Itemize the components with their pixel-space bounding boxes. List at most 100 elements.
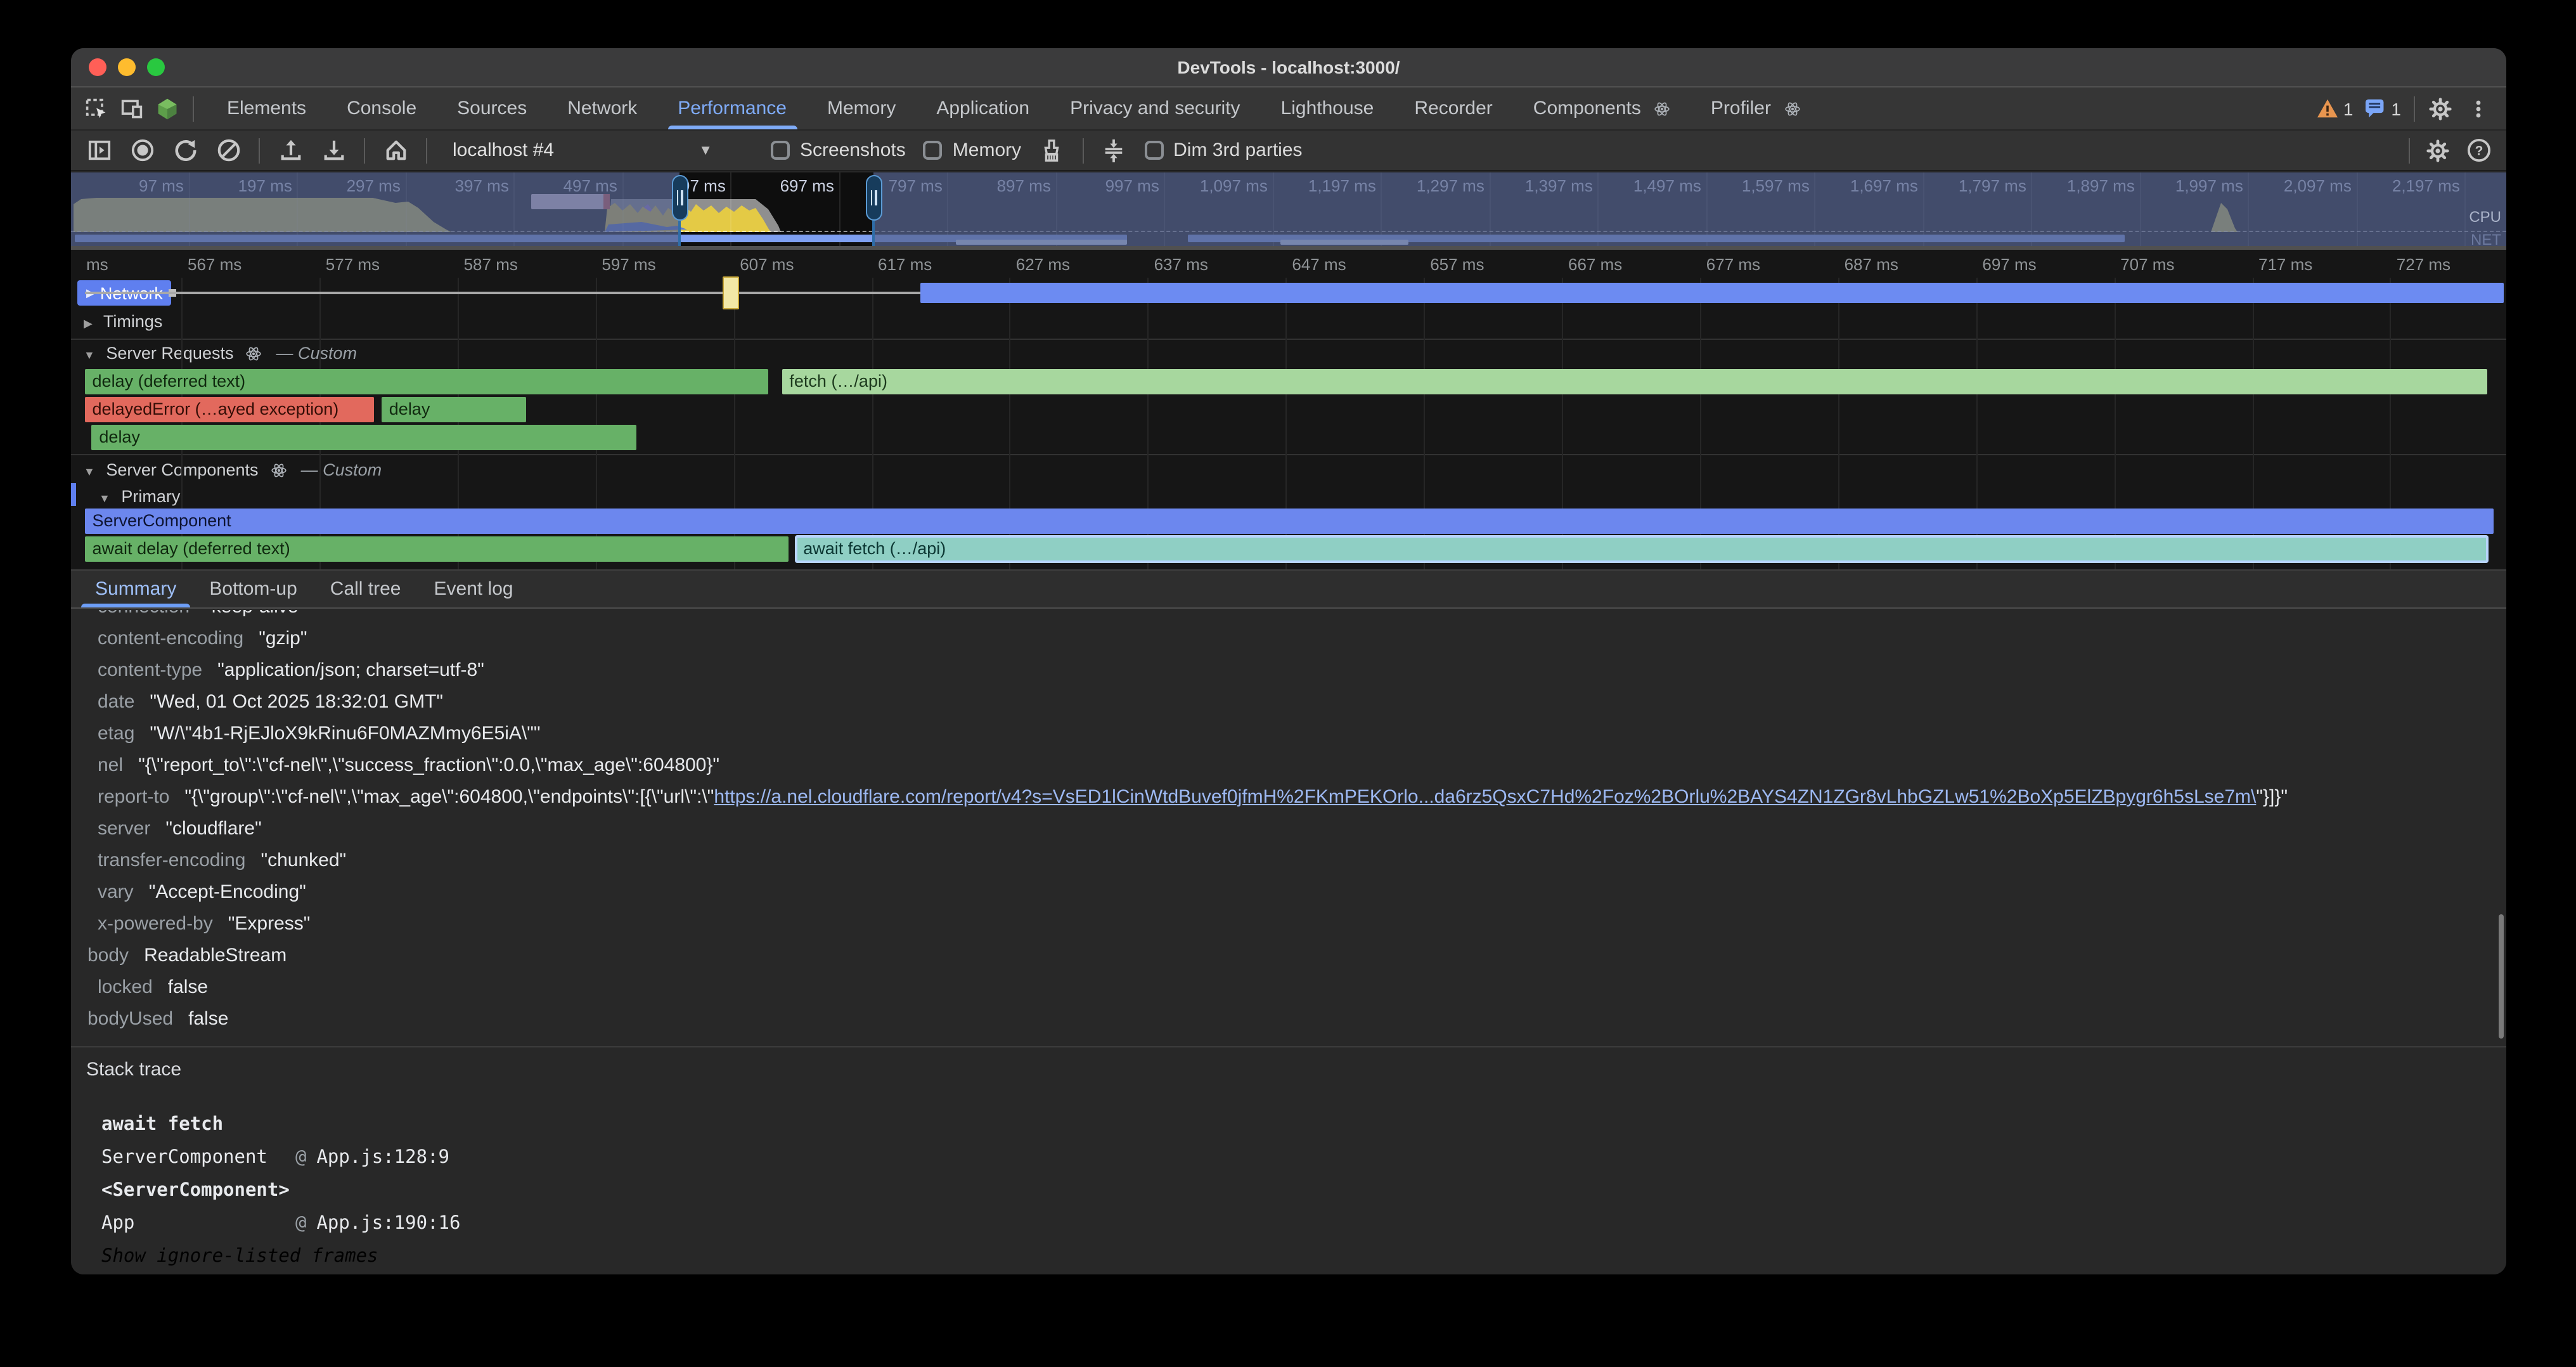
tab-components[interactable]: Components (1513, 87, 1690, 129)
track-server-requests-header[interactable]: ▼ Server Requests — Custom (84, 344, 357, 363)
screenshots-label: Screenshots (800, 139, 906, 161)
capture-settings-gear-icon[interactable] (2425, 138, 2450, 163)
ruler-tick-label: 627 ms (1016, 255, 1070, 274)
toolbar-separator-2 (364, 138, 365, 163)
stack-frame-name: await fetch (101, 1108, 295, 1141)
memory-checkbox[interactable] (924, 141, 943, 160)
detail-row-transfer-encoding: transfer-encoding"chunked" (71, 845, 2506, 876)
close-window-button[interactable] (89, 58, 106, 76)
network-request-candle[interactable] (723, 276, 740, 309)
more-options-kebab-icon[interactable] (2466, 96, 2491, 121)
details-tab-event-log[interactable]: Event log (418, 571, 530, 607)
event-bar-delayederror-ayed-exception[interactable]: delayedError (…ayed exception) (85, 396, 375, 422)
toggle-sidebar-icon[interactable] (86, 138, 112, 163)
event-bar-fetch-api[interactable]: fetch (…/api) (782, 368, 2487, 394)
tab-console[interactable]: Console (326, 87, 437, 129)
summary-details-pane[interactable]: connection"keep-alive"content-encoding"g… (71, 610, 2506, 1274)
selection-handle-right[interactable] (865, 175, 882, 221)
tab-network[interactable]: Network (547, 87, 657, 129)
collapse-tracks-icon[interactable] (1101, 138, 1126, 163)
flame-chart-area[interactable]: ▶ Network ▶ Timings ▼ Server Requests — … (71, 250, 2506, 569)
detail-value: "}]}" (2256, 786, 2288, 808)
save-profile-icon[interactable] (321, 138, 346, 163)
detail-row-nel: nel"{\"report_to\":\"cf-nel\",\"success_… (71, 749, 2506, 781)
help-icon[interactable]: ? (2466, 138, 2491, 163)
report-to-url-link[interactable]: https://a.nel.cloudflare.com/report/v4?s… (714, 786, 2256, 808)
event-bar-delay[interactable]: delay (91, 424, 636, 450)
tab-sources[interactable]: Sources (437, 87, 547, 129)
ruler-tick-label: 597 ms (602, 255, 655, 274)
screenshots-checkbox[interactable] (771, 141, 790, 160)
track-timings-header[interactable]: ▶ Timings (84, 312, 162, 331)
title-bar[interactable]: DevTools - localhost:3000/ (71, 48, 2506, 87)
track-primary-label: Primary (121, 487, 180, 506)
history-dropdown[interactable]: localhost #4 ▼ (445, 137, 720, 164)
settings-gear-icon[interactable] (2428, 96, 2453, 121)
detail-key: bodyUsed (87, 1008, 173, 1030)
tab-memory[interactable]: Memory (807, 87, 916, 129)
track-custom-suffix: — Custom (301, 460, 382, 479)
record-icon[interactable] (129, 138, 155, 163)
warnings-badge[interactable]: 1 (2318, 98, 2354, 119)
network-request-bar[interactable] (920, 283, 2504, 303)
detail-key: date (98, 691, 134, 713)
stack-frame-source-link[interactable]: App.js:128:9 (316, 1148, 449, 1168)
detail-key: nel (98, 755, 123, 776)
detail-row-vary: vary"Accept-Encoding" (71, 876, 2506, 908)
track-server-components-header[interactable]: ▼ Server Components — Custom (84, 460, 382, 479)
zoom-window-button[interactable] (147, 58, 165, 76)
stack-frame-servercomponent: ServerComponent@App.js:128:9 (101, 1141, 2494, 1174)
overview-tick-label: 697 ms (738, 176, 834, 195)
toolbar-right: ? (2409, 138, 2491, 163)
timeline-overview[interactable]: NET 97 ms197 ms297 ms397 ms497 ms597 ms6… (71, 172, 2506, 246)
tab-application[interactable]: Application (916, 87, 1050, 129)
detail-row-content-encoding: content-encoding"gzip" (71, 623, 2506, 654)
load-profile-icon[interactable] (278, 138, 303, 163)
show-ignore-listed-frames-link[interactable]: Show ignore-listed frames (101, 1247, 378, 1267)
details-tab-call-tree[interactable]: Call tree (314, 571, 418, 607)
warning-count: 1 (2343, 98, 2354, 119)
tabbar-right-separator (2414, 96, 2415, 121)
tab-lighthouse[interactable]: Lighthouse (1261, 87, 1394, 129)
event-bar-await-delay-deferred-text[interactable]: await delay (deferred text) (85, 536, 789, 561)
detail-row-locked: lockedfalse (71, 971, 2506, 1003)
react-atom-icon (1785, 101, 1800, 116)
inspect-element-icon[interactable] (84, 96, 109, 121)
detail-value: "cloudflare" (165, 818, 261, 839)
devtools-tabbar: ElementsConsoleSourcesNetworkPerformance… (71, 87, 2506, 131)
dim-3rd-parties-checkbox[interactable] (1144, 141, 1163, 160)
issues-badge[interactable]: 1 (2366, 98, 2401, 119)
detail-key: connection (98, 610, 190, 618)
tab-recorder[interactable]: Recorder (1394, 87, 1512, 129)
tab-profiler[interactable]: Profiler (1690, 87, 1820, 129)
extension-gem-icon[interactable] (155, 96, 180, 121)
detail-key: vary (98, 881, 134, 903)
dim-3rd-parties-toggle[interactable]: Dim 3rd parties (1144, 139, 1302, 161)
stack-frame-await-fetch: await fetch (101, 1108, 2494, 1141)
details-tab-summary[interactable]: Summary (79, 571, 193, 607)
event-bar-delay[interactable]: delay (382, 396, 527, 422)
event-bar-await-fetch-api[interactable]: await fetch (…/api) (795, 536, 2487, 561)
selection-handle-stem (678, 221, 681, 246)
ruler-tick-label: 697 ms (1982, 255, 2036, 274)
stack-frame-source-link[interactable]: App.js:190:16 (316, 1214, 460, 1234)
svg-text:?: ? (2475, 144, 2483, 159)
event-bar-servercomponent[interactable]: ServerComponent (85, 509, 2494, 534)
detail-key: locked (98, 976, 153, 998)
memory-toggle[interactable]: Memory (924, 139, 1021, 161)
event-bar-delay-deferred-text[interactable]: delay (deferred text) (85, 368, 768, 394)
details-tab-bottom-up[interactable]: Bottom-up (193, 571, 313, 607)
tab-privacy-and-security[interactable]: Privacy and security (1050, 87, 1260, 129)
track-primary-header[interactable]: ▼ Primary (99, 487, 180, 506)
minimize-window-button[interactable] (118, 58, 136, 76)
device-toolbar-icon[interactable] (119, 96, 145, 121)
home-icon[interactable] (383, 138, 408, 163)
selection-handle-left[interactable] (671, 175, 688, 221)
screenshots-toggle[interactable]: Screenshots (771, 139, 906, 161)
tab-performance[interactable]: Performance (657, 87, 807, 129)
tab-label: Profiler (1711, 98, 1771, 119)
reload-record-icon[interactable] (172, 138, 198, 163)
garbage-collect-icon[interactable] (1039, 138, 1064, 163)
clear-icon[interactable] (216, 138, 241, 163)
tab-elements[interactable]: Elements (207, 87, 326, 129)
